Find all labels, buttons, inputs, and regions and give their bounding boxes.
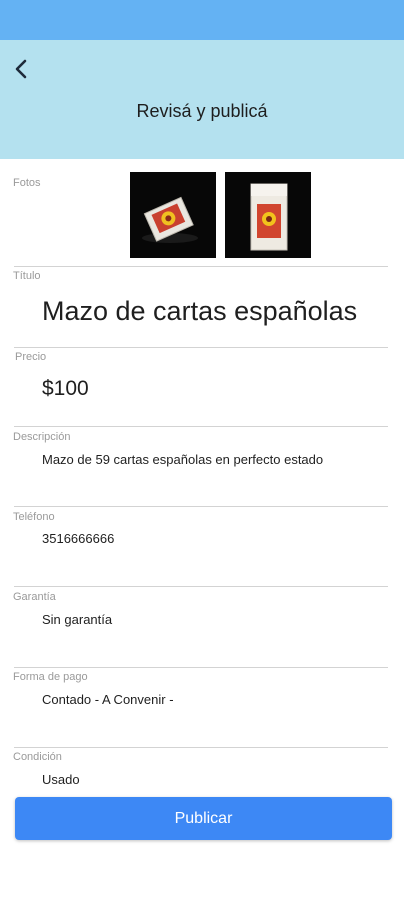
- status-bar: [0, 0, 404, 40]
- warranty-label: Garantía: [13, 591, 56, 603]
- warranty-value: Sin garantía: [42, 612, 113, 627]
- chevron-left-icon: [8, 56, 36, 84]
- price-label: Precio: [15, 351, 47, 363]
- divider: [14, 586, 388, 587]
- page-title: Revisá y publicá: [136, 101, 268, 121]
- condition-value: Usado: [42, 772, 80, 787]
- payment-method-value: Contado - A Convenir -: [42, 692, 174, 707]
- divider: [14, 506, 388, 507]
- card-box-image: [225, 172, 311, 258]
- payment-method-label: Forma de pago: [13, 671, 88, 683]
- photos-label: Fotos: [13, 177, 41, 189]
- app-header: Revisá y publicá: [0, 40, 404, 159]
- card-deck-image: [130, 172, 216, 258]
- review-form: Fotos Título Mazo de cartas españolas Pr…: [0, 159, 404, 900]
- photo-thumbnail[interactable]: [225, 172, 311, 258]
- condition-label: Condición: [13, 751, 62, 763]
- description-label: Descripción: [13, 431, 71, 443]
- title-value: Mazo de cartas españolas: [42, 296, 358, 326]
- photo-thumbnail[interactable]: [130, 172, 216, 258]
- divider: [14, 347, 388, 348]
- publish-button[interactable]: Publicar: [15, 797, 392, 840]
- divider: [14, 747, 388, 748]
- phone-label: Teléfono: [13, 511, 55, 523]
- phone-value: 3516666666: [42, 531, 115, 546]
- back-button[interactable]: [8, 56, 36, 84]
- description-value: Mazo de 59 cartas españolas en perfecto …: [42, 452, 324, 467]
- publish-button-label: Publicar: [174, 809, 233, 827]
- divider: [14, 667, 388, 668]
- divider: [14, 266, 388, 267]
- divider: [14, 426, 388, 427]
- title-label: Título: [13, 270, 41, 282]
- price-value: $100: [42, 377, 89, 400]
